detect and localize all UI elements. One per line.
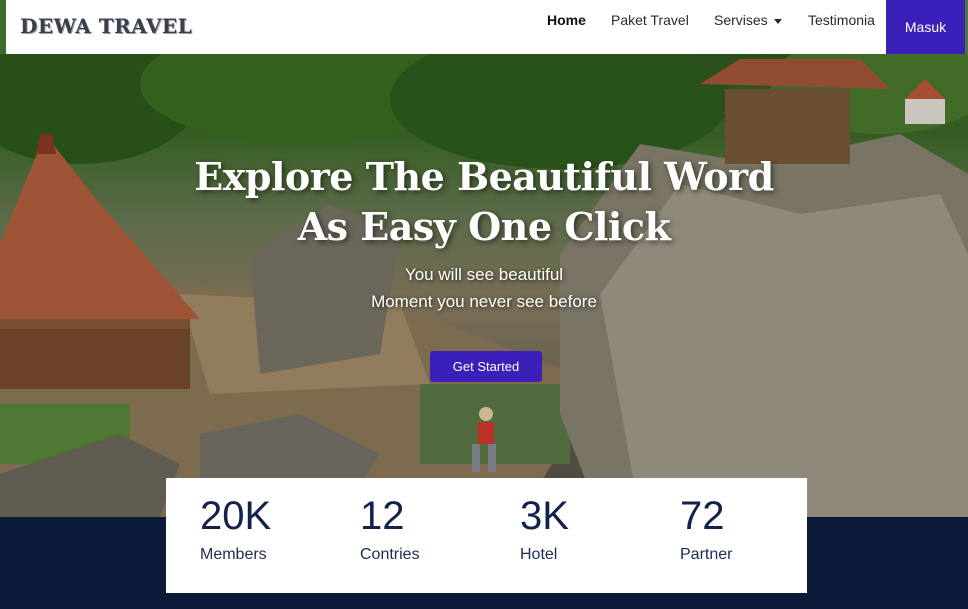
get-started-button[interactable]: Get Started <box>430 351 542 382</box>
stats-card: 20K Members 12 Contries 3K Hotel 72 Part… <box>166 478 807 593</box>
nav-paket-travel[interactable]: Paket Travel <box>611 12 689 28</box>
stat-hotel: 3K Hotel <box>520 492 569 564</box>
login-button[interactable]: Masuk <box>886 0 965 54</box>
stat-members: 20K Members <box>200 492 271 564</box>
stat-value: 20K <box>200 494 272 538</box>
stat-label: Contries <box>360 546 420 563</box>
stat-label: Members <box>200 546 267 563</box>
stat-label: Partner <box>680 546 733 563</box>
nav-testimonia[interactable]: Testimonia <box>808 12 875 28</box>
caret-down-icon <box>773 18 782 24</box>
stat-partner: 72 Partner <box>680 492 732 564</box>
hero-subtitle-line2: Moment you never see before <box>371 292 597 311</box>
navbar: DEWA TRAVEL Home Paket Travel Servises T… <box>0 0 968 54</box>
nav-servises-label: Servises <box>714 12 768 28</box>
hero-background-image <box>0 54 968 517</box>
stat-label: Hotel <box>520 546 558 563</box>
navbar-left-edge <box>0 0 6 54</box>
hero-title-line2: As Easy One Click <box>297 204 671 249</box>
nav-servises-dropdown[interactable]: Servises <box>714 12 782 28</box>
hero-subtitle-line1: You will see beautiful <box>404 265 564 284</box>
nav-home[interactable]: Home <box>547 12 586 28</box>
stat-value: 72 <box>680 494 725 538</box>
brand-logo[interactable]: DEWA TRAVEL <box>20 14 192 38</box>
hero-title-line1: Explore The Beautiful Word <box>194 154 774 199</box>
stat-value: 12 <box>360 494 405 538</box>
stat-contries: 12 Contries <box>360 492 420 564</box>
stat-value: 3K <box>520 494 569 538</box>
hero-section: Explore The Beautiful Word As Easy One C… <box>0 54 968 517</box>
